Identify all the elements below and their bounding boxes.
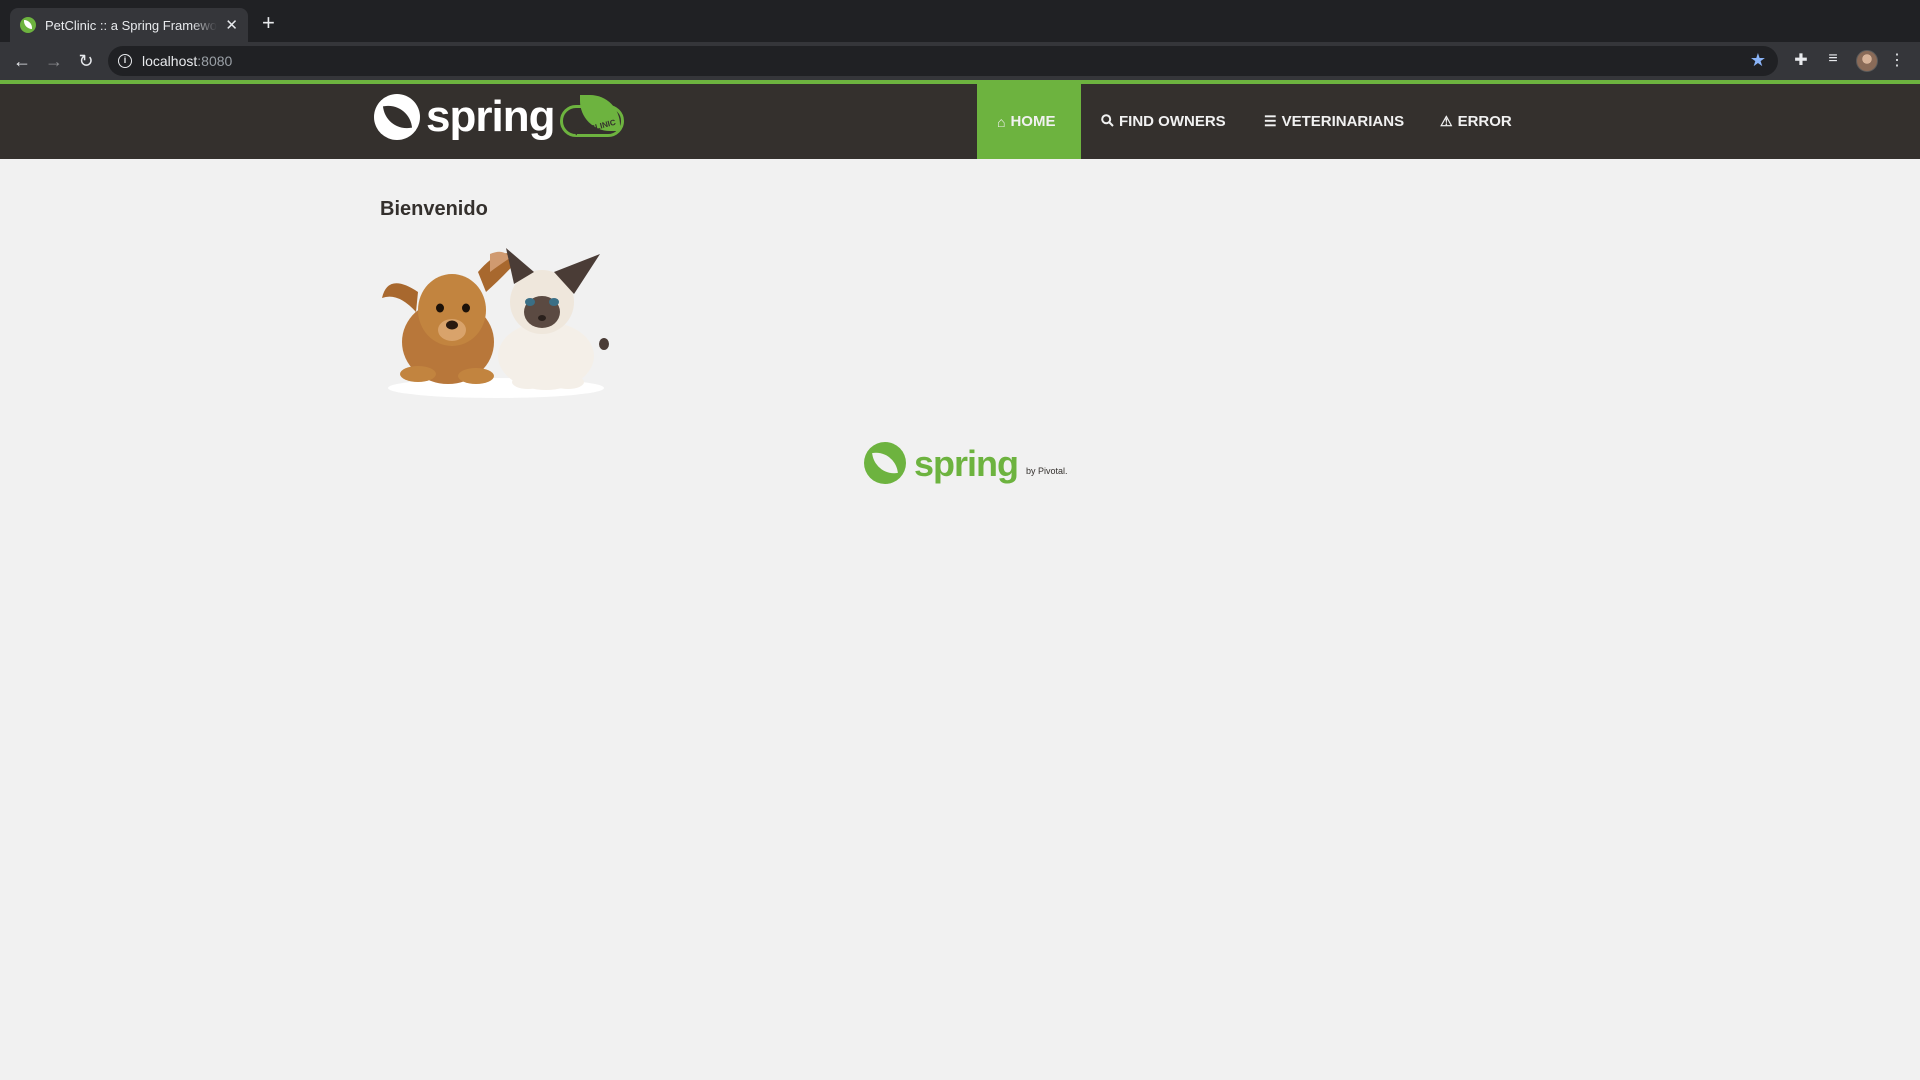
warning-icon: ⚠ — [1440, 113, 1453, 129]
page-title: Bienvenido — [380, 198, 488, 220]
browser-tabstrip: PetClinic :: a Spring Framework demonstr… — [0, 0, 1920, 42]
url-host: localhost — [142, 53, 198, 69]
address-bar[interactable]: i localhost:8080 ★ — [108, 46, 1778, 76]
puzzle-icon[interactable]: ✚ — [1790, 50, 1812, 70]
url-port: :8080 — [197, 53, 233, 69]
spring-by-pivotal-logo: spring by Pivotal. — [864, 442, 1068, 484]
main-navbar: spring PETCLINIC ⌂ HOME FIND OWNERS ☰ VE… — [0, 84, 1920, 159]
star-icon[interactable]: ★ — [1750, 50, 1766, 71]
nav-error-label: ERROR — [1457, 113, 1512, 130]
back-arrow-icon[interactable]: ← — [11, 50, 33, 72]
nav-home-label: HOME — [1010, 113, 1056, 130]
nav-find-owners-label: FIND OWNERS — [1119, 113, 1226, 130]
spring-leaf-icon — [864, 442, 906, 484]
pets-image — [382, 248, 609, 398]
footer-wordmark: spring — [914, 443, 1019, 484]
nav-error[interactable]: ⚠ ERROR — [1420, 84, 1532, 159]
avatar[interactable] — [1856, 50, 1878, 72]
new-tab-button[interactable]: + — [262, 12, 275, 34]
brand-wordmark: spring — [426, 92, 555, 141]
spring-petclinic-logo[interactable]: spring PETCLINIC — [374, 92, 625, 141]
info-icon[interactable]: i — [118, 54, 132, 68]
kebab-menu-icon[interactable]: ⋮ — [1886, 50, 1908, 70]
nav-find-owners[interactable]: FIND OWNERS — [1081, 84, 1246, 159]
list-icon: ☰ — [1264, 113, 1277, 129]
search-icon — [1101, 113, 1114, 130]
home-icon: ⌂ — [997, 113, 1006, 130]
nav-home[interactable]: ⌂ HOME — [977, 84, 1081, 159]
reload-icon[interactable]: ↻ — [75, 50, 97, 72]
spring-favicon-icon — [20, 17, 36, 33]
media-control-icon[interactable]: ≡ — [1822, 50, 1844, 68]
tab-close-icon[interactable]: ✕ — [225, 16, 238, 34]
nav-veterinarians[interactable]: ☰ VETERINARIANS — [1244, 84, 1424, 159]
browser-tab[interactable]: PetClinic :: a Spring Framework demonstr… — [10, 8, 248, 42]
tab-title: PetClinic :: a Spring Framework demonstr… — [45, 17, 217, 33]
forward-arrow-icon[interactable]: → — [43, 50, 65, 72]
spring-leaf-icon — [374, 94, 420, 140]
petclinic-badge-icon: PETCLINIC — [560, 95, 625, 139]
browser-toolbar: ← → ↻ i localhost:8080 ★ ✚ ≡ ⋮ — [0, 42, 1920, 80]
footer-byline: by Pivotal. — [1026, 466, 1068, 476]
nav-veterinarians-label: VETERINARIANS — [1281, 113, 1405, 130]
